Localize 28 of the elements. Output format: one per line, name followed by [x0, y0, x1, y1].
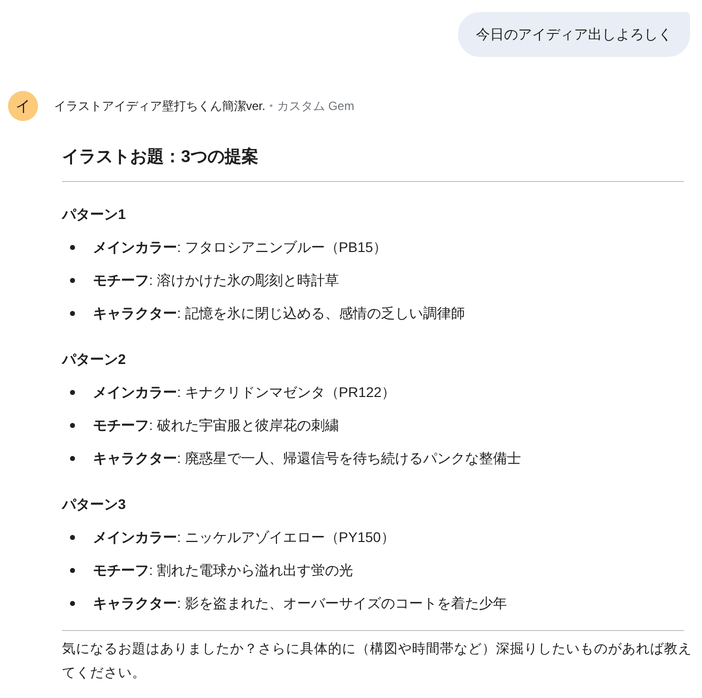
bullet-icon: [70, 278, 75, 282]
list-item-text: メインカラー: ニッケルアゾイエロー（PY150）: [93, 528, 395, 547]
bullet-icon: [70, 422, 75, 428]
user-message: 今日のアイディア出しよろしく: [458, 12, 690, 57]
list-item-text: モチーフ: 割れた電球から溢れ出す蛍の光: [93, 561, 353, 580]
bullet-icon: [70, 456, 75, 460]
separator-dot: •: [269, 100, 273, 112]
avatar: イ: [8, 91, 38, 121]
closing-paragraph: 気になるお題はありましたか？さらに具体的に（構図や時間帯など）深掘りしたいものがあれば教えてください。: [62, 640, 693, 682]
gem-label: カスタム Gem: [276, 98, 354, 114]
list-item-text: キャラクター: 記憶を氷に閉じ込める、感情の乏しい調律師: [93, 304, 465, 323]
assistant-name: イラストアイディア壁打ちくん簡潔ver.: [54, 98, 266, 114]
list-item-text: キャラクター: 廃惑星で一人、帰還信号を待ち続けるパンクな整備士: [93, 449, 521, 468]
pattern-title: パターン2: [62, 350, 127, 369]
response-heading: イラストお題：3つの提案: [62, 146, 260, 168]
list-item-text: モチーフ: 破れた宇宙服と彼岸花の刺繍: [93, 416, 339, 435]
bullet-icon: [70, 600, 75, 606]
pattern-title: パターン1: [62, 205, 127, 224]
pattern-title: パターン3: [62, 495, 127, 514]
list-item-text: キャラクター: 影を盗まれた、オーバーサイズのコートを着た少年: [93, 594, 507, 613]
bullet-icon: [70, 534, 75, 540]
list-item-text: メインカラー: キナクリドンマゼンタ（PR122）: [93, 383, 396, 402]
bullet-icon: [70, 568, 75, 572]
bullet-icon: [70, 390, 75, 394]
list-item-text: モチーフ: 溶けかけた氷の彫刻と時計草: [93, 271, 339, 290]
list-item-text: メインカラー: フタロシアニンブルー（PB15）: [93, 238, 388, 257]
bullet-icon: [70, 244, 75, 250]
bullet-icon: [70, 310, 75, 316]
